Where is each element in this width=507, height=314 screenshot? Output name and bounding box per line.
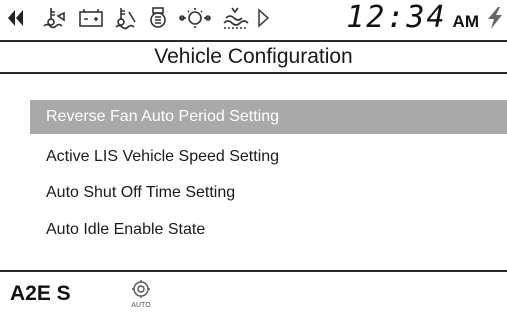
clock: 12:34 AM <box>346 0 479 36</box>
coolant-level-icon <box>113 6 139 30</box>
air-filter-icon <box>146 6 170 30</box>
hydraulic-oil-temp-icon <box>42 6 68 30</box>
engine-oil-pressure-icon <box>178 6 212 30</box>
menu-item-active-lis-vehicle-speed[interactable]: Active LIS Vehicle Speed Setting <box>30 140 507 174</box>
title-divider <box>0 72 507 74</box>
scroll-right-icon[interactable] <box>256 6 272 30</box>
battery-charge-icon <box>78 6 104 30</box>
footer: A2E S AUTO <box>0 272 507 309</box>
status-bar: 12:34 AM <box>0 0 507 42</box>
water-in-fuel-icon <box>222 6 250 30</box>
menu-item-reverse-fan-auto-period[interactable]: Reverse Fan Auto Period Setting <box>30 100 507 134</box>
clock-ampm: AM <box>452 12 479 31</box>
clock-time: 12:34 <box>346 0 447 35</box>
model-label: A2E S <box>10 282 71 305</box>
page-title: Vehicle Configuration <box>154 45 353 68</box>
lightning-icon <box>485 6 505 30</box>
scroll-left-icon[interactable] <box>6 6 28 30</box>
auto-label: AUTO <box>131 302 151 309</box>
menu-item-auto-shut-off-time[interactable]: Auto Shut Off Time Setting <box>30 176 507 210</box>
menu-item-auto-idle-enable-state[interactable]: Auto Idle Enable State <box>30 213 507 247</box>
